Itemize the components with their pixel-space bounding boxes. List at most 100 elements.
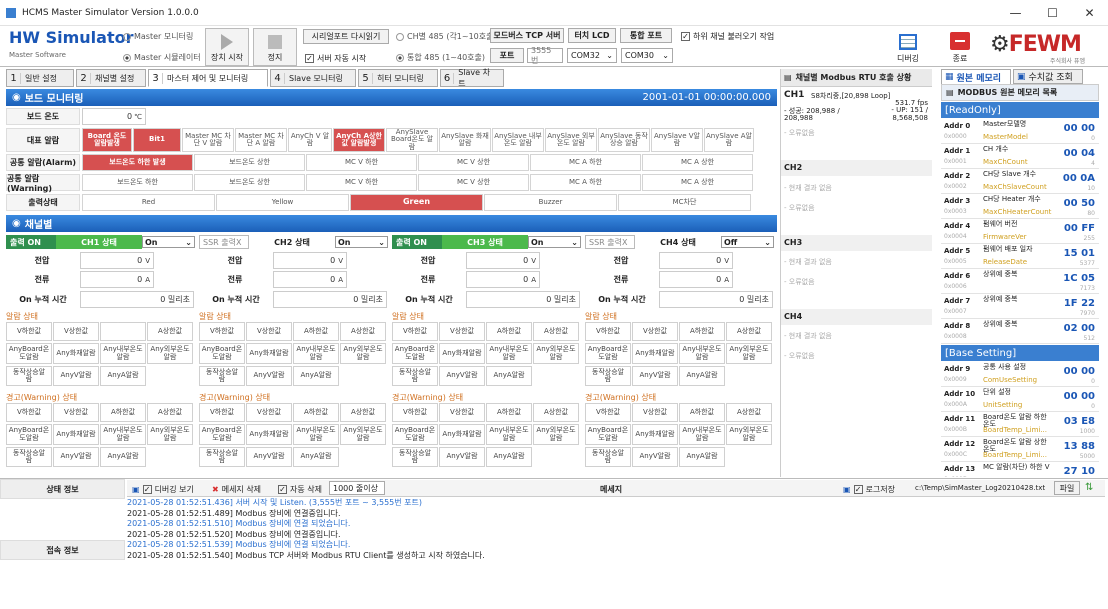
memory-row[interactable]: Addr 13 0x000D MC 알람(차단) 하한 V 27 10 (941, 463, 1099, 477)
ch2-alarm-r3-1: 동작상승알 람 (199, 366, 245, 386)
chk-sub-channel[interactable]: ✓ 하위 채널 불러오기 작업 (681, 31, 774, 42)
stop-button[interactable]: 정지 (253, 28, 297, 66)
ch1-warn-r2-3: Any내부온도 알람 (100, 424, 146, 445)
ch2-warn-r2-4: Any외부온도 알람 (340, 424, 386, 445)
memory-row[interactable]: Addr 10 0x000A 단위 설정 UnitSetting 00 00 0 (941, 388, 1099, 412)
value-number: 0 (330, 275, 336, 284)
port-input[interactable]: 3555 번 (527, 46, 563, 65)
ch3-state-select[interactable]: On ⌄ (528, 236, 581, 248)
common-alarm-2: 보드온도 상한 (194, 154, 305, 171)
memory-heading-text: MODBUS 원본 메모리 목록 (957, 88, 1058, 97)
tab-6[interactable]: 6 Slave 차트 (440, 68, 504, 88)
ch3-alarm-r2-3: Any내부온도 알람 (486, 343, 532, 364)
tab-1[interactable]: 1 일반 설정 (6, 69, 74, 87)
exit-button[interactable]: 종료 (938, 28, 982, 66)
ch1-alarm-r2-3: Any내부온도 알람 (100, 343, 146, 364)
memory-row[interactable]: Addr 4 0x0004 펌웨어 버전 FirmwareVer 00 FF 255 (941, 220, 1099, 244)
ch2-warn-r3-2: AnyV알람 (246, 447, 292, 467)
memory-row[interactable]: Addr 8 0x0008 상위예 중복 02 00 512 (941, 320, 1099, 344)
tab-value-lookup[interactable]: ▣ 수치값 조회 (1013, 69, 1083, 84)
value-unit: V (531, 256, 536, 265)
ch2-warn-title: 경고(Warning) 상태 (199, 393, 271, 402)
chevron-down-icon: ⌄ (764, 237, 771, 247)
memory-row[interactable]: Addr 1 0x0001 CH 개수 MaxChCount 00 04 4 (941, 145, 1099, 169)
close-button[interactable]: ✕ (1071, 0, 1108, 26)
tab-2[interactable]: 2 채널별 설정 (76, 69, 146, 87)
ch4-alarm-r1-2: V상한값 (632, 322, 678, 341)
ch1-warn-r1-4: A상한값 (147, 403, 193, 422)
common-warn-label: 공통 알람(Warning) (6, 174, 80, 193)
memory-row[interactable]: Addr 3 0x0003 CH당 Heater 개수 MaxChHeaterCoun… (941, 195, 1099, 219)
ch4-warn-r1-3: A하한값 (679, 403, 725, 422)
sort-icon[interactable]: ⇅ (1085, 482, 1093, 493)
auto-delete-input[interactable]: 1000 줄이상 (329, 481, 385, 495)
ch4-ontime-value: 0 밀리초 (659, 291, 773, 308)
ch4-warn-r3-3: AnyA알람 (679, 447, 725, 467)
ch2-warn-r1-4: A상한값 (340, 403, 386, 422)
ch2-current-label: 전류 (227, 275, 243, 284)
chk-log-save[interactable]: ▣ ✓ 로그저장 (843, 484, 895, 495)
memory-k: BoardTemp_Limi... (983, 451, 1048, 459)
com-select-2[interactable]: COM30 ⌄ (621, 48, 673, 63)
debug-button[interactable]: 디버깅 (886, 28, 930, 66)
value-unit: V (145, 256, 150, 265)
ch1-state-select[interactable]: On ⌄ (142, 236, 195, 248)
chevron-down-icon: ⌄ (662, 51, 669, 60)
maximize-button[interactable]: ☐ (1034, 0, 1071, 26)
chk-auto-delete[interactable]: ✓ 자동 삭제 (278, 484, 322, 495)
disk-icon: ▣ (843, 485, 851, 494)
ch4-alarm-r1-1: V하한값 (585, 322, 631, 341)
com-select-1[interactable]: COM32 ⌄ (567, 48, 617, 63)
chk-debug-view[interactable]: ▣ ✓ 디버깅 보기 (132, 484, 194, 495)
radio-icon (396, 32, 404, 41)
tab-4[interactable]: 4 Slave 모니터링 (270, 69, 356, 87)
ch3-warn-title: 경고(Warning) 상태 (392, 393, 464, 402)
memory-row[interactable]: Addr 0 0x0000 Master모델명 MasterModel 00 00 0 (941, 120, 1099, 144)
tab-3[interactable]: 3 마스터 제어 및 모니터링 (148, 69, 268, 87)
minimize-button[interactable]: — (997, 0, 1034, 26)
memory-row[interactable]: Addr 6 0x0006 상위예 중복 1C 05 7173 (941, 270, 1099, 294)
rep-alarm-12: AnySlave V알 람 (651, 128, 703, 152)
tab-raw-memory[interactable]: ▦ 원본 메모리 (941, 69, 1011, 84)
memory-row[interactable]: Addr 5 0x0005 펌웨어 배포 일자 ReleaseDate 15 01 537… (941, 245, 1099, 269)
radio-label: CH별 485 (각1~10호출) (407, 32, 497, 41)
tab-5[interactable]: 5 히터 모니터링 (358, 69, 438, 87)
log-line: 2021-05-28 01:52:51.436] 서버 시작 및 Listen.… (127, 498, 423, 507)
memory-row[interactable]: Addr 9 0x0009 공통 사용 설정 ComUseSetting 00 00 0 (941, 363, 1099, 387)
chk-label: 로그저장 (865, 485, 896, 494)
ch3-warn-r2-2: Any화재알람 (439, 424, 485, 445)
radio-ch485[interactable]: CH별 485 (각1~10호출) (396, 31, 497, 42)
rep-alarm-label: 대표 알람 (6, 128, 80, 152)
radio-master-monitor[interactable]: Master 모니터링 (123, 31, 193, 42)
memory-row[interactable]: Addr 11 0x000B Board온도 알람 하한 온도 BoardTemp_L… (941, 413, 1099, 437)
ch1-current-label: 전류 (34, 275, 50, 284)
delete-messages-button[interactable]: ✖ 메세지 삭제 (212, 484, 261, 495)
ch4-state-select[interactable]: Off ⌄ (721, 236, 774, 248)
file-button[interactable]: 파일 (1054, 481, 1080, 495)
value-number: 0 (330, 256, 336, 265)
output-4: Buzzer (484, 194, 617, 211)
ch4-alarm-r2-1: AnyBoard온 도알람 (585, 343, 631, 364)
company-logo: ⚙FEWM (990, 32, 1082, 57)
memory-row[interactable]: Addr 2 0x0002 CH당 Slave 개수 MaxChSlaveCount 0… (941, 170, 1099, 194)
document-icon: ▤ (946, 88, 954, 97)
rtu-ch3-error: - 오류없음 (784, 278, 815, 286)
start-device-button[interactable]: 장치 시작 (205, 28, 249, 66)
ch2-alarm-r1-4: A상한값 (340, 322, 386, 341)
radio-integrated485[interactable]: 통합 485 (1~40호출) (396, 52, 485, 63)
serial-reload-button[interactable]: 시리얼포트 다시읽기 (303, 29, 389, 44)
ch2-state-select[interactable]: On ⌄ (335, 236, 388, 248)
memory-n: Addr 4 (944, 222, 971, 230)
value-unit: V (338, 256, 343, 265)
serial-reload-label: 시리얼포트 다시읽기 (311, 32, 381, 41)
memory-a: 0x0000 (944, 133, 967, 140)
value-number: 0 (716, 256, 722, 265)
chk-server-auto[interactable]: ✓ 서버 자동 시작 (305, 53, 366, 64)
memory-t: 상위예 중복 (983, 270, 1018, 278)
rtu-title: 채널별 Modbus RTU 호출 상황 (795, 73, 912, 82)
memory-row[interactable]: Addr 12 0x000C Board온도 알람 상한 온도 BoardTemp_L… (941, 438, 1099, 462)
memory-row[interactable]: Addr 7 0x0007 상위예 중복 1F 22 7970 (941, 295, 1099, 319)
ch4-ontime-label: On 누적 시간 (598, 295, 646, 304)
rtu-ch1-up2: 8,568,508 (892, 114, 928, 122)
radio-master-sim[interactable]: Master 시뮬레이터 (123, 52, 201, 63)
